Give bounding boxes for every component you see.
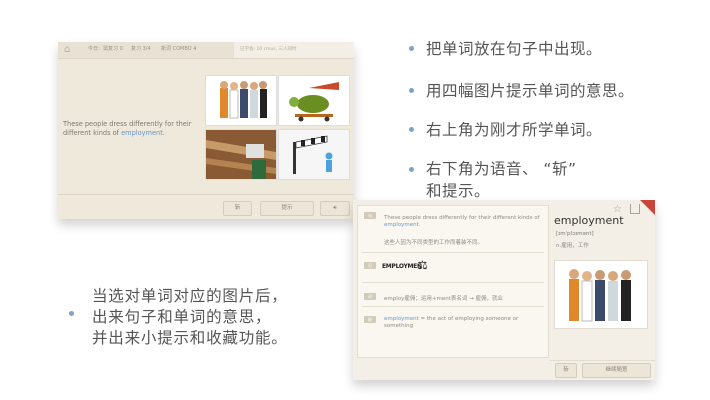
- choice-image-barrier[interactable]: [278, 129, 350, 180]
- chop-button[interactable]: 斩: [555, 363, 577, 378]
- bullet-dot: [409, 167, 414, 172]
- speaker-icon: 🔊︎: [333, 205, 337, 211]
- quiz-screen: ⌂ 今日：需复习 0 复习 3/4 新词 COMBO 4 已学会: 10 cmu…: [58, 42, 354, 219]
- bottom-text-line-2: 出来句子和单词的意思，: [92, 308, 272, 326]
- bullet-text-4: 右下角为语音、 “斩”: [426, 160, 577, 178]
- word-detail-screen: 句 These people dress differently for the…: [353, 200, 655, 380]
- scale-icon: ⚖: [417, 258, 428, 272]
- choice-image-turtle[interactable]: [278, 75, 350, 126]
- hint-button[interactable]: 提示: [260, 201, 314, 216]
- row-divider: [362, 306, 544, 307]
- favorite-star-icon[interactable]: ☆: [613, 204, 622, 215]
- bullet-text-2: 用四幅图片提示单词的意思。: [426, 82, 635, 100]
- bottom-text-line-3: 并出来小提示和收藏功能。: [92, 329, 288, 347]
- turtle-rocket-image: [289, 82, 339, 122]
- chop-button[interactable]: 斩: [223, 201, 252, 216]
- english-definition: employment = the act of employing someon…: [384, 316, 519, 329]
- wood-planing-image: [206, 130, 276, 179]
- share-icon[interactable]: [630, 204, 640, 214]
- bullet-text-1: 把单词放在句子中出现。: [426, 40, 603, 58]
- choice-image-wood[interactable]: [205, 129, 277, 180]
- stat-new-combo: 新词 COMBO 4: [161, 46, 197, 52]
- sentence-translation: 这些人因为不同类型的工作而着装不同。: [384, 240, 484, 246]
- detail-bottom-divider: [549, 360, 655, 361]
- etymology-icon: 词: [364, 293, 376, 300]
- tip-icon: 记: [364, 262, 376, 269]
- word-art: EMPLOYMEN: [382, 263, 422, 270]
- audio-button[interactable]: 🔊︎: [320, 201, 350, 216]
- detail-keyword: employment: [384, 222, 419, 228]
- detail-sentence: These people dress differently for their…: [384, 215, 540, 228]
- home-icon[interactable]: ⌂: [64, 44, 75, 55]
- sentence-keyword: employment: [121, 128, 163, 137]
- bullet-dot: [69, 311, 74, 316]
- example-sentence: These people dress differently for their…: [63, 120, 192, 137]
- stat-review-today: 今日：需复习 0: [88, 46, 123, 52]
- detail-card: 句 These people dress differently for the…: [357, 205, 549, 358]
- learned-word-text: 已学会: 10 cmus, 三人同时: [240, 47, 297, 52]
- bullet-text-3: 右上角为刚才所学单词。: [426, 121, 603, 139]
- word-phonetic: [ɪmˈplɔɪmənt]: [556, 231, 594, 237]
- workers-image: [569, 269, 631, 322]
- row-divider: [362, 252, 544, 253]
- bullet-text-5: 和提示。: [426, 182, 491, 200]
- bottom-text-line-1: 当选对单词对应的图片后，: [92, 287, 288, 305]
- stat-review-progress: 复习 3/4: [131, 46, 151, 52]
- workers-image: [220, 81, 267, 119]
- row-divider: [362, 282, 544, 283]
- etymology-text: employ雇佣；运用+ment表名词 → 雇佣，就业: [384, 296, 503, 302]
- word-title: employment: [554, 214, 624, 227]
- sentence-icon: 句: [364, 212, 376, 219]
- quiz-bottom-divider: [58, 194, 354, 195]
- choice-image-workers[interactable]: [205, 75, 277, 126]
- bullet-dot: [409, 88, 414, 93]
- word-image: [554, 260, 648, 329]
- bullet-dot: [409, 127, 414, 132]
- continue-button[interactable]: 继续随意: [582, 363, 651, 378]
- word-meaning: n.雇用，工作: [556, 243, 589, 249]
- corner-ribbon-icon: [640, 200, 655, 215]
- barrier-figure-image: [293, 135, 333, 174]
- bullet-dot: [409, 46, 414, 51]
- definition-icon: 释: [364, 316, 376, 323]
